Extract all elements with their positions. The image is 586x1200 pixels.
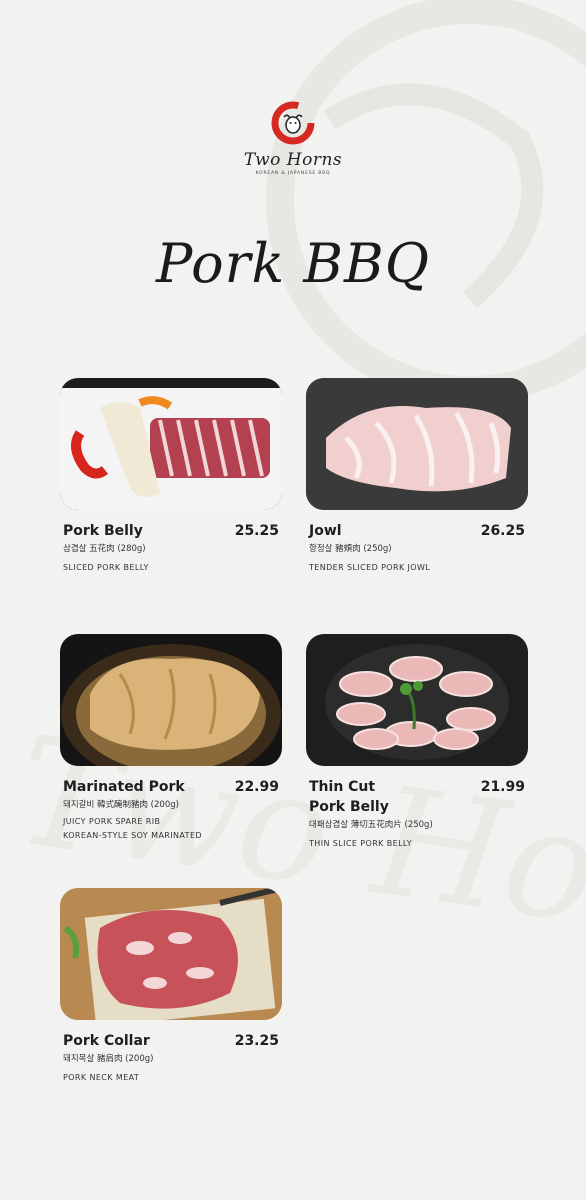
menu-item-pork-collar[interactable]: Pork Collar 23.25 돼지목살 豬肩肉 (200g) PORK N…: [60, 888, 282, 1085]
item-price: 25.25: [234, 523, 279, 539]
marinated-pork-photo: [60, 634, 282, 766]
item-price: 26.25: [480, 523, 525, 539]
item-subtitle: 삼겹살 五花肉 (280g): [63, 544, 146, 554]
menu-item-jowl[interactable]: Jowl 26.25 항정살 豬頰肉 (250g) TENDER SLICED …: [306, 378, 528, 575]
item-name: Pork Collar: [63, 1033, 150, 1049]
item-name: Thin Cut Pork Belly: [309, 777, 389, 817]
item-price: 22.99: [234, 779, 279, 795]
brand-name: Two Horns: [243, 150, 343, 170]
item-description: JUICY PORK SPARE RIB KOREAN-STYLE SOY MA…: [60, 815, 282, 843]
page-title: Pork BBQ: [156, 232, 430, 295]
item-subtitle: 항정살 豬頰肉 (250g): [309, 544, 392, 554]
item-price: 23.25: [234, 1033, 279, 1049]
item-description: PORK NECK MEAT: [63, 1073, 140, 1082]
item-price: 21.99: [480, 779, 525, 795]
pork-belly-photo: [60, 378, 282, 510]
bull-logo-icon: [271, 101, 315, 145]
brand-tagline: KOREAN & JAPANESE BBQ: [255, 171, 331, 176]
thin-cut-pork-belly-photo: [306, 634, 528, 766]
item-description: THIN SLICE PORK BELLY: [309, 839, 413, 848]
menu-item-pork-belly[interactable]: Pork Belly 25.25 삼겹살 五花肉 (280g) SLICED P…: [60, 378, 282, 575]
item-description-line1: JUICY PORK SPARE RIB: [63, 817, 161, 826]
item-description: TENDER SLICED PORK JOWL: [309, 563, 431, 572]
item-description-line2: KOREAN-STYLE SOY MARINATED: [63, 831, 202, 840]
item-name: Jowl: [309, 523, 342, 539]
item-description: SLICED PORK BELLY: [63, 563, 149, 572]
item-subtitle: 대패삼겹살 薄切五花肉片 (250g): [309, 820, 433, 830]
item-name: Marinated Pork: [63, 779, 185, 795]
menu-item-thin-cut-pork-belly[interactable]: Thin Cut Pork Belly 21.99 대패삼겹살 薄切五花肉片 (…: [306, 634, 528, 851]
pork-collar-photo: [60, 888, 282, 1020]
item-name-line2: Pork Belly: [309, 799, 389, 815]
item-name: Pork Belly: [63, 523, 143, 539]
menu-item-marinated-pork[interactable]: Marinated Pork 22.99 돼지갈비 韓式醃制豬肉 (200g) …: [60, 634, 282, 843]
item-subtitle: 돼지갈비 韓式醃制豬肉 (200g): [63, 800, 179, 810]
item-subtitle: 돼지목살 豬肩肉 (200g): [63, 1054, 154, 1064]
brand-logo: Two Horns KOREAN & JAPANESE BBQ: [236, 100, 350, 176]
jowl-photo: [306, 378, 528, 510]
item-name-line1: Thin Cut: [309, 779, 376, 795]
